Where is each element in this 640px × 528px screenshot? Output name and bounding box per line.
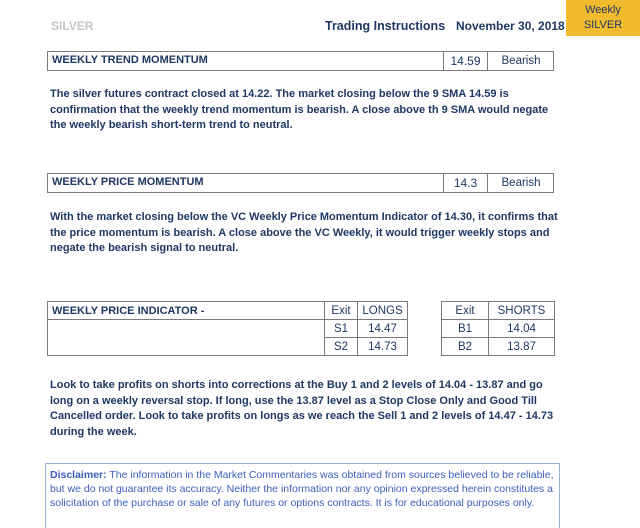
trend-momentum-row: WEEKLY TREND MOMENTUM 14.59 Bearish bbox=[47, 51, 554, 71]
empty-cell bbox=[47, 319, 325, 338]
page-title: Trading Instructions bbox=[325, 19, 446, 33]
longs-header-longs: LONGS bbox=[357, 301, 408, 320]
longs-level-s1: S1 bbox=[324, 319, 358, 338]
longs-price-s1: 14.47 bbox=[357, 319, 408, 338]
shorts-header-shorts: SHORTS bbox=[488, 301, 555, 320]
table-row: S2 14.73 bbox=[47, 337, 408, 356]
trend-momentum-label: WEEKLY TREND MOMENTUM bbox=[52, 54, 208, 66]
disclaimer-text: The information in the Market Commentari… bbox=[50, 469, 554, 509]
shorts-price-b2: 13.87 bbox=[488, 337, 555, 356]
shorts-level-b2: B2 bbox=[441, 337, 489, 356]
longs-price-s2: 14.73 bbox=[357, 337, 408, 356]
table-row: S1 14.47 bbox=[47, 319, 408, 338]
indicator-commentary: Look to take profits on shorts into corr… bbox=[50, 379, 554, 438]
empty-cell bbox=[47, 337, 325, 356]
longs-level-s2: S2 bbox=[324, 337, 358, 356]
trend-commentary: The silver futures contract closed at 14… bbox=[50, 88, 549, 131]
table-row: WEEKLY PRICE INDICATOR - Exit LONGS bbox=[47, 301, 408, 320]
trend-momentum-signal: Bearish bbox=[501, 55, 541, 67]
price-momentum-label: WEEKLY PRICE MOMENTUM bbox=[52, 176, 204, 188]
price-momentum-row: WEEKLY PRICE MOMENTUM 14.3 Bearish bbox=[47, 173, 554, 193]
longs-header-exit: Exit bbox=[324, 301, 358, 320]
disclaimer-label: Disclaimer: bbox=[50, 469, 107, 481]
weekly-silver-badge: Weekly SILVER bbox=[566, 0, 640, 36]
shorts-header-exit: Exit bbox=[441, 301, 489, 320]
trend-momentum-value: 14.59 bbox=[443, 52, 488, 70]
price-indicator-label: WEEKLY PRICE INDICATOR - bbox=[47, 301, 325, 320]
longs-table: WEEKLY PRICE INDICATOR - Exit LONGS S1 1… bbox=[47, 301, 408, 356]
badge-line-2: SILVER bbox=[583, 19, 623, 31]
table-row: B2 13.87 bbox=[441, 337, 555, 356]
price-commentary: With the market closing below the VC Wee… bbox=[50, 211, 558, 254]
price-momentum-value: 14.3 bbox=[443, 174, 488, 192]
commodity-label: SILVER bbox=[51, 19, 94, 33]
shorts-table: Exit SHORTS B1 14.04 B2 13.87 bbox=[441, 301, 555, 356]
shorts-price-b1: 14.04 bbox=[488, 319, 555, 338]
report-date: November 30, 2018 bbox=[456, 19, 565, 33]
table-row: Exit SHORTS bbox=[441, 301, 555, 320]
shorts-level-b1: B1 bbox=[441, 319, 489, 338]
badge-line-1: Weekly bbox=[585, 4, 621, 16]
disclaimer-box: Disclaimer: The information in the Marke… bbox=[45, 463, 560, 528]
price-momentum-signal: Bearish bbox=[501, 177, 541, 189]
table-row: B1 14.04 bbox=[441, 319, 555, 338]
